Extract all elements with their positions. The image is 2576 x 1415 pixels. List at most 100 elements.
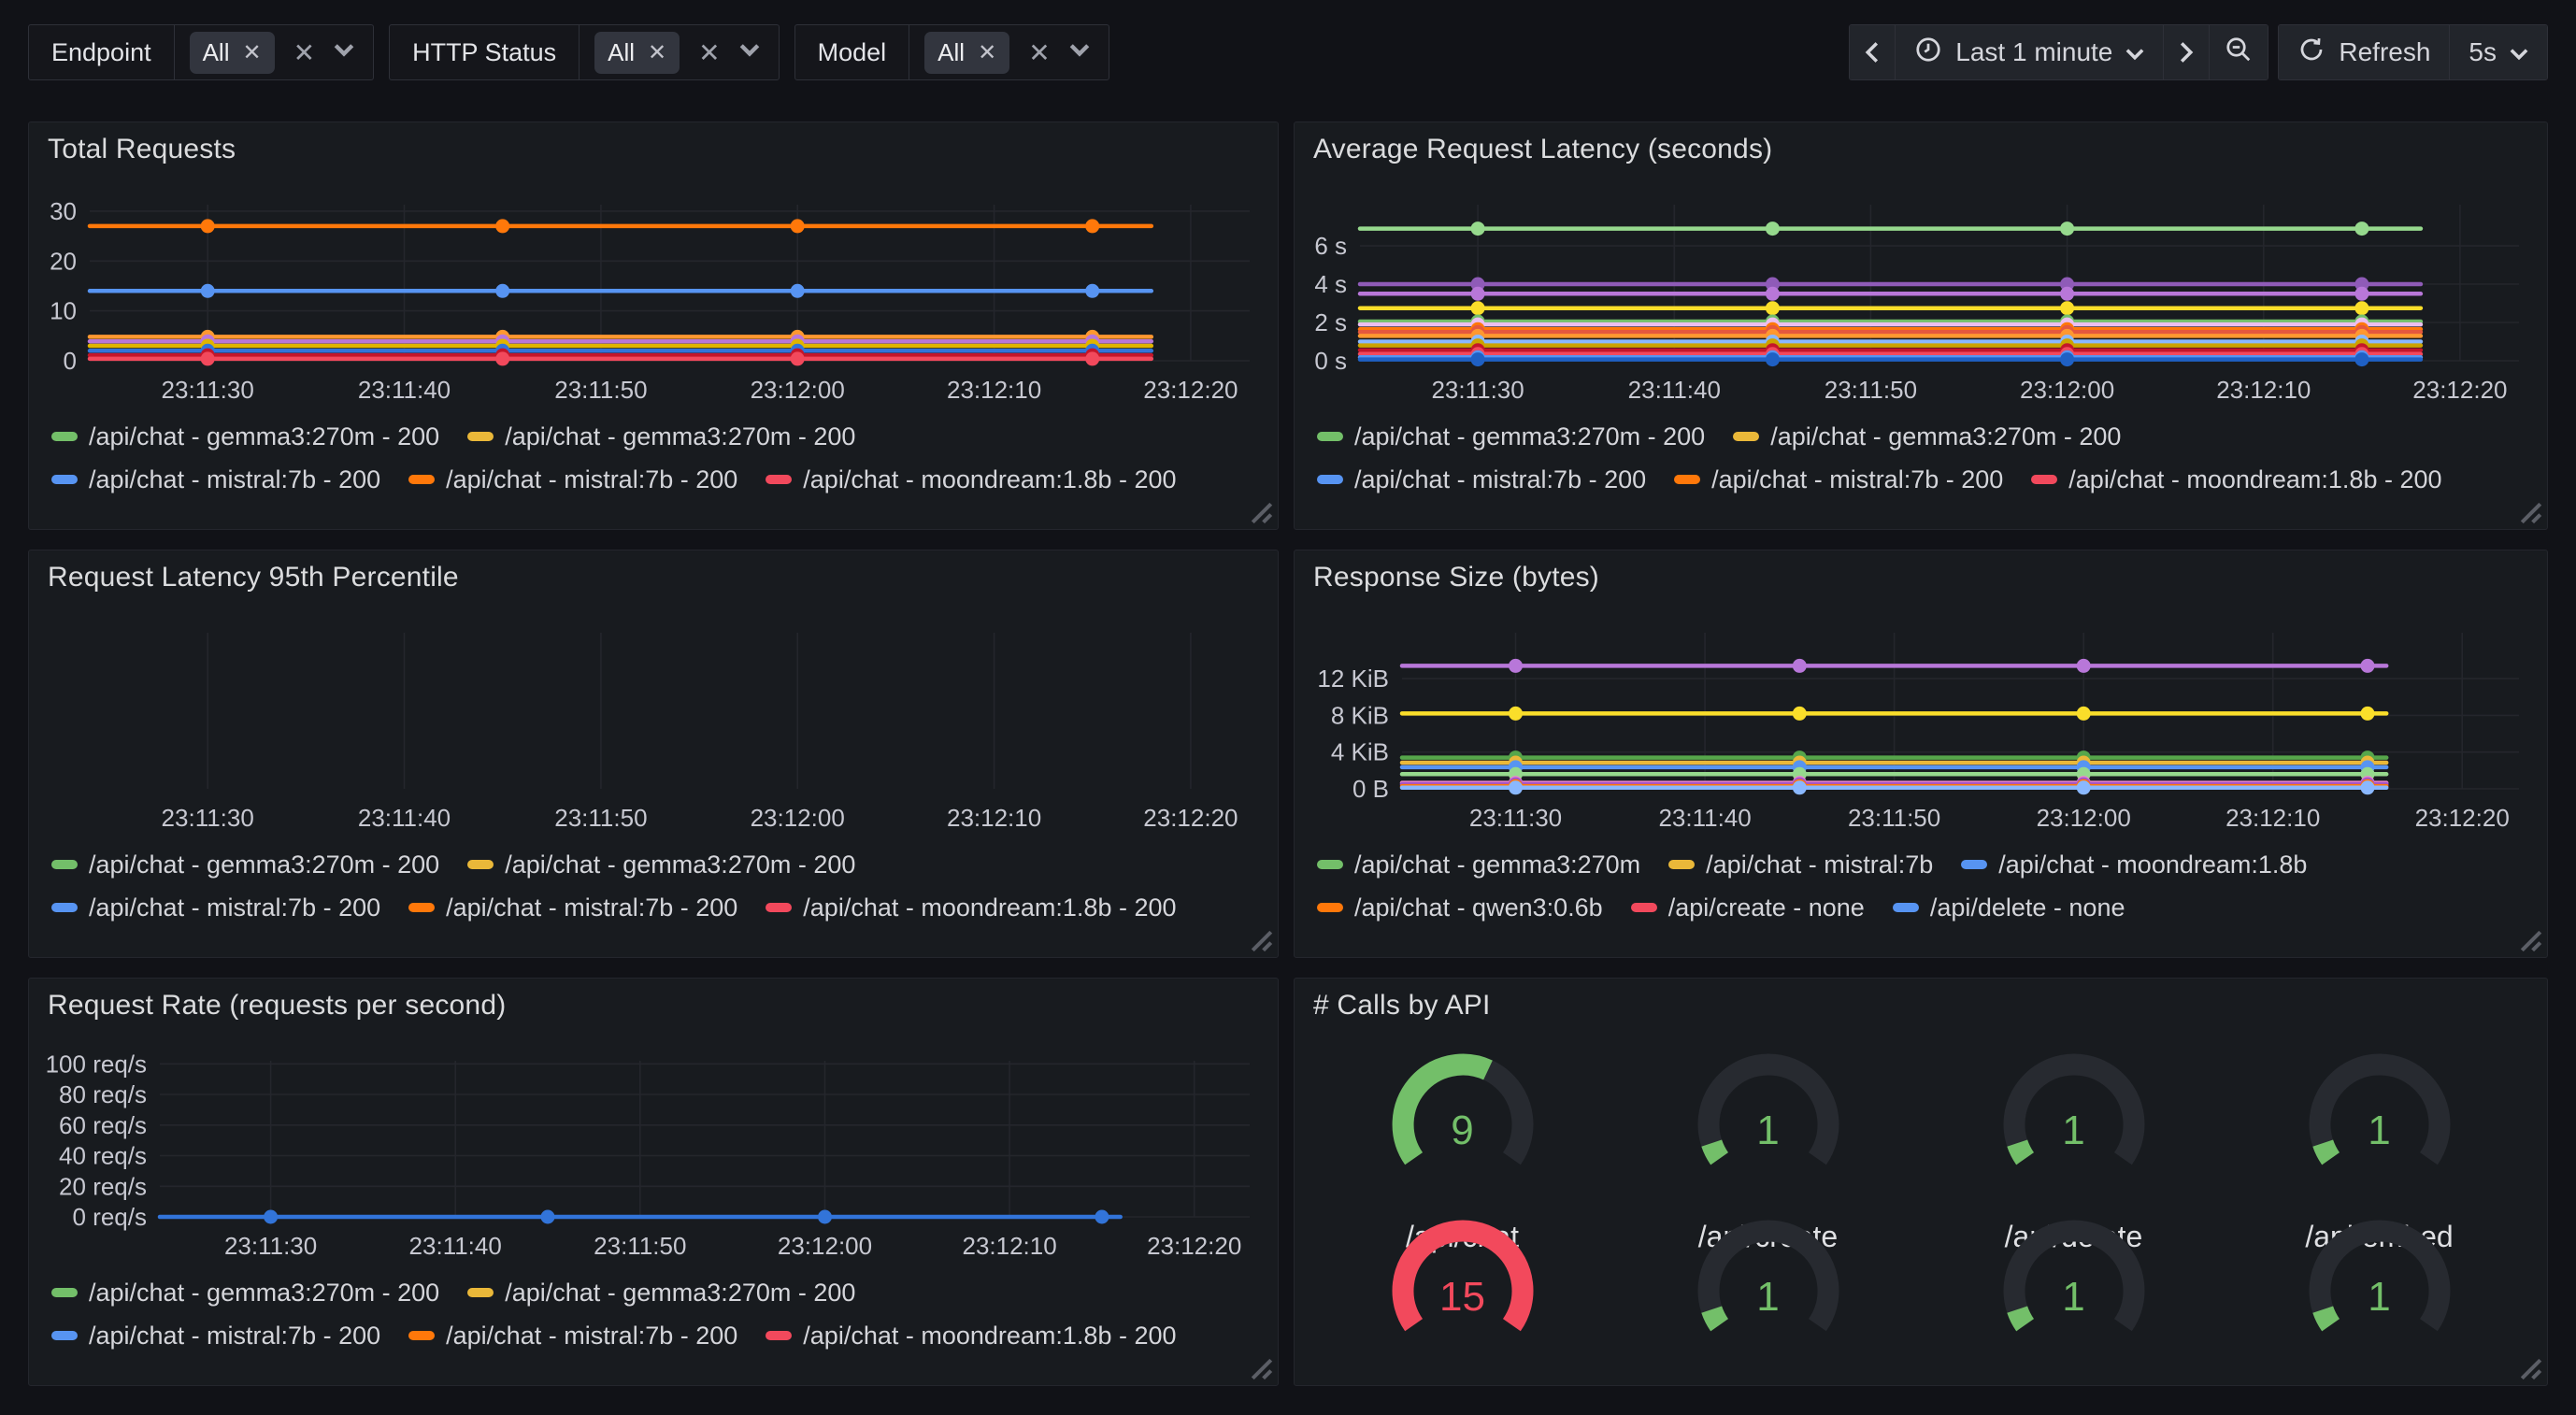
legend-item[interactable]: /api/chat - mistral:7b - 200 xyxy=(51,465,380,494)
svg-text:30: 30 xyxy=(50,197,77,225)
clock-icon xyxy=(1914,36,1942,70)
filter-chip[interactable]: All✕ xyxy=(924,32,1009,74)
svg-text:23:11:50: 23:11:50 xyxy=(1825,376,1917,404)
panel-title: Response Size (bytes) xyxy=(1313,562,1599,593)
filter-endpoint[interactable]: Endpoint All✕ ✕ xyxy=(28,24,374,80)
legend-item[interactable]: /api/chat - mistral:7b - 200 xyxy=(1317,465,1646,494)
legend-item[interactable]: /api/chat - gemma3:270m - 200 xyxy=(51,850,439,879)
legend-item[interactable]: /api/chat - moondream:1.8b - 200 xyxy=(766,1322,1176,1351)
legend-item[interactable]: /api/chat - moondream:1.8b xyxy=(1961,850,2307,879)
legend-item[interactable]: /api/chat - gemma3:270m - 200 xyxy=(467,850,855,879)
legend-item[interactable]: /api/chat - mistral:7b xyxy=(1668,850,1933,879)
refresh-interval-value: 5s xyxy=(2469,37,2497,67)
legend-item[interactable]: /api/chat - gemma3:270m - 200 xyxy=(51,1279,439,1308)
svg-text:23:12:10: 23:12:10 xyxy=(947,376,1041,404)
gauge-api-generate: 15 /api/generate xyxy=(1309,1212,1615,1386)
legend-item[interactable]: /api/chat - mistral:7b - 200 xyxy=(408,893,737,922)
svg-text:23:11:40: 23:11:40 xyxy=(358,804,451,832)
legend-swatch xyxy=(1317,475,1343,484)
time-series-chart[interactable]: 23:11:3023:11:4023:11:5023:12:0023:12:10… xyxy=(29,1025,1278,1261)
legend-item[interactable]: /api/chat - gemma3:270m - 200 xyxy=(467,1279,855,1308)
legend-item[interactable]: /api/chat - qwen3:0.6b xyxy=(1317,893,1603,922)
time-series-chart[interactable]: 23:11:3023:11:4023:11:5023:12:0023:12:10… xyxy=(1295,597,2547,833)
legend-item[interactable]: /api/chat - gemma3:270m - 200 xyxy=(1733,422,2121,451)
filter-chip[interactable]: All✕ xyxy=(594,32,680,74)
legend-item[interactable]: /api/chat - gemma3:270m - 200 xyxy=(1317,422,1705,451)
filter-clear-icon[interactable]: ✕ xyxy=(293,37,315,68)
filter-value-area[interactable]: All✕ ✕ xyxy=(580,25,778,79)
filter-value-area[interactable]: All✕ ✕ xyxy=(909,25,1108,79)
time-shift-back-button[interactable] xyxy=(1850,25,1895,79)
filter-value-area[interactable]: All ✕ ✕ xyxy=(175,25,373,79)
chart-legend: /api/chat - gemma3:270m - 200/api/chat -… xyxy=(51,844,1263,951)
time-series-chart[interactable]: 23:11:3023:11:4023:11:5023:12:0023:12:10… xyxy=(1295,169,2547,405)
chip-remove-icon[interactable]: ✕ xyxy=(978,39,996,66)
gauge-value: 1 xyxy=(1921,1274,2226,1321)
panel-title: Request Rate (requests per second) xyxy=(48,990,506,1022)
legend-item[interactable]: /api/delete - none xyxy=(1893,893,2125,922)
zoom-out-button[interactable] xyxy=(2209,25,2268,79)
time-series-chart[interactable]: 23:11:3023:11:4023:11:5023:12:0023:12:10… xyxy=(29,169,1278,405)
panel-resize-handle[interactable] xyxy=(2519,1357,2543,1381)
svg-text:0 B: 0 B xyxy=(1352,775,1389,803)
legend-item[interactable]: /api/chat - gemma3:270m - 200 xyxy=(467,422,855,451)
legend-item[interactable]: /api/chat - mistral:7b - 200 xyxy=(51,893,380,922)
legend-swatch xyxy=(766,903,792,912)
time-series-chart[interactable]: 23:11:3023:11:4023:11:5023:12:0023:12:10… xyxy=(29,597,1278,833)
panel-title: Request Latency 95th Percentile xyxy=(48,562,459,593)
filter-chip-value: All xyxy=(203,38,230,67)
legend-swatch xyxy=(51,903,78,912)
legend-item[interactable]: /api/chat - moondream:1.8b - 200 xyxy=(766,893,1176,922)
panel-resize-handle[interactable] xyxy=(2519,929,2543,953)
panel-resize-handle[interactable] xyxy=(1250,501,1274,525)
svg-text:23:11:40: 23:11:40 xyxy=(1628,376,1721,404)
filter-http-status[interactable]: HTTP Status All✕ ✕ xyxy=(389,24,780,80)
panel-resize-handle[interactable] xyxy=(2519,501,2543,525)
filter-model[interactable]: Model All✕ ✕ xyxy=(794,24,1109,80)
filter-clear-icon[interactable]: ✕ xyxy=(698,37,720,68)
svg-text:23:12:20: 23:12:20 xyxy=(1147,1232,1241,1260)
gauge-api-pull: 1 /api/pull xyxy=(1615,1212,1921,1386)
svg-text:2 s: 2 s xyxy=(1314,308,1347,336)
time-shift-forward-button[interactable] xyxy=(2163,25,2209,79)
legend-item[interactable]: /api/chat - moondream:1.8b - 200 xyxy=(766,465,1176,494)
legend-item[interactable]: /api/chat - gemma3:270m xyxy=(1317,850,1640,879)
chip-remove-icon[interactable]: ✕ xyxy=(243,39,262,66)
legend-swatch xyxy=(51,475,78,484)
legend-item[interactable]: /api/chat - gemma3:270m - 200 xyxy=(51,422,439,451)
panel-total-requests: Total Requests 23:11:3023:11:4023:11:502… xyxy=(28,121,1279,530)
svg-text:23:12:10: 23:12:10 xyxy=(2216,376,2311,404)
legend-item[interactable]: /api/chat - moondream:1.8b - 200 xyxy=(2031,465,2441,494)
chip-remove-icon[interactable]: ✕ xyxy=(648,39,666,66)
chart-legend: /api/chat - gemma3:270m - 200/api/chat -… xyxy=(51,1272,1263,1379)
chevron-down-icon[interactable] xyxy=(334,44,354,62)
chevron-down-icon[interactable] xyxy=(1069,44,1090,62)
refresh-interval-button[interactable]: 5s xyxy=(2449,25,2547,79)
legend-item[interactable]: /api/chat - mistral:7b - 200 xyxy=(408,465,737,494)
legend-swatch xyxy=(408,903,435,912)
filter-chip[interactable]: All ✕ xyxy=(190,32,275,74)
legend-swatch xyxy=(1961,860,1987,869)
refresh-button[interactable]: Refresh xyxy=(2279,25,2449,79)
filter-clear-icon[interactable]: ✕ xyxy=(1028,37,1050,68)
svg-text:20: 20 xyxy=(50,247,77,275)
panel-resize-handle[interactable] xyxy=(1250,1357,1274,1381)
time-range-picker-button[interactable]: Last 1 minute xyxy=(1895,25,2163,79)
variable-filters: Endpoint All✕ ✕ HTTP Status All✕ ✕ Model… xyxy=(28,24,1109,80)
chevron-down-icon[interactable] xyxy=(739,44,760,62)
legend-swatch xyxy=(51,1288,78,1297)
gauge-value: 9 xyxy=(1309,1108,1615,1154)
panel-resize-handle[interactable] xyxy=(1250,929,1274,953)
time-controls: Last 1 minute Refresh 5s xyxy=(1849,24,2548,80)
legend-item[interactable]: /api/chat - mistral:7b - 200 xyxy=(408,1322,737,1351)
gauge-grid: 9 /api/chat 1 /api/create 1 /api/delete … xyxy=(1309,1038,2532,1376)
legend-swatch xyxy=(51,1331,78,1340)
legend-item[interactable]: /api/create - none xyxy=(1631,893,1865,922)
svg-text:23:11:30: 23:11:30 xyxy=(1431,376,1524,404)
legend-row: /api/chat - gemma3:270m - 200/api/chat -… xyxy=(51,1272,1263,1313)
gauge-value: 1 xyxy=(1615,1274,1921,1321)
svg-text:23:11:40: 23:11:40 xyxy=(1658,804,1751,832)
legend-item[interactable]: /api/chat - mistral:7b - 200 xyxy=(51,1322,380,1351)
legend-item[interactable]: /api/chat - mistral:7b - 200 xyxy=(1674,465,2003,494)
gauge-value: 1 xyxy=(1921,1108,2226,1154)
